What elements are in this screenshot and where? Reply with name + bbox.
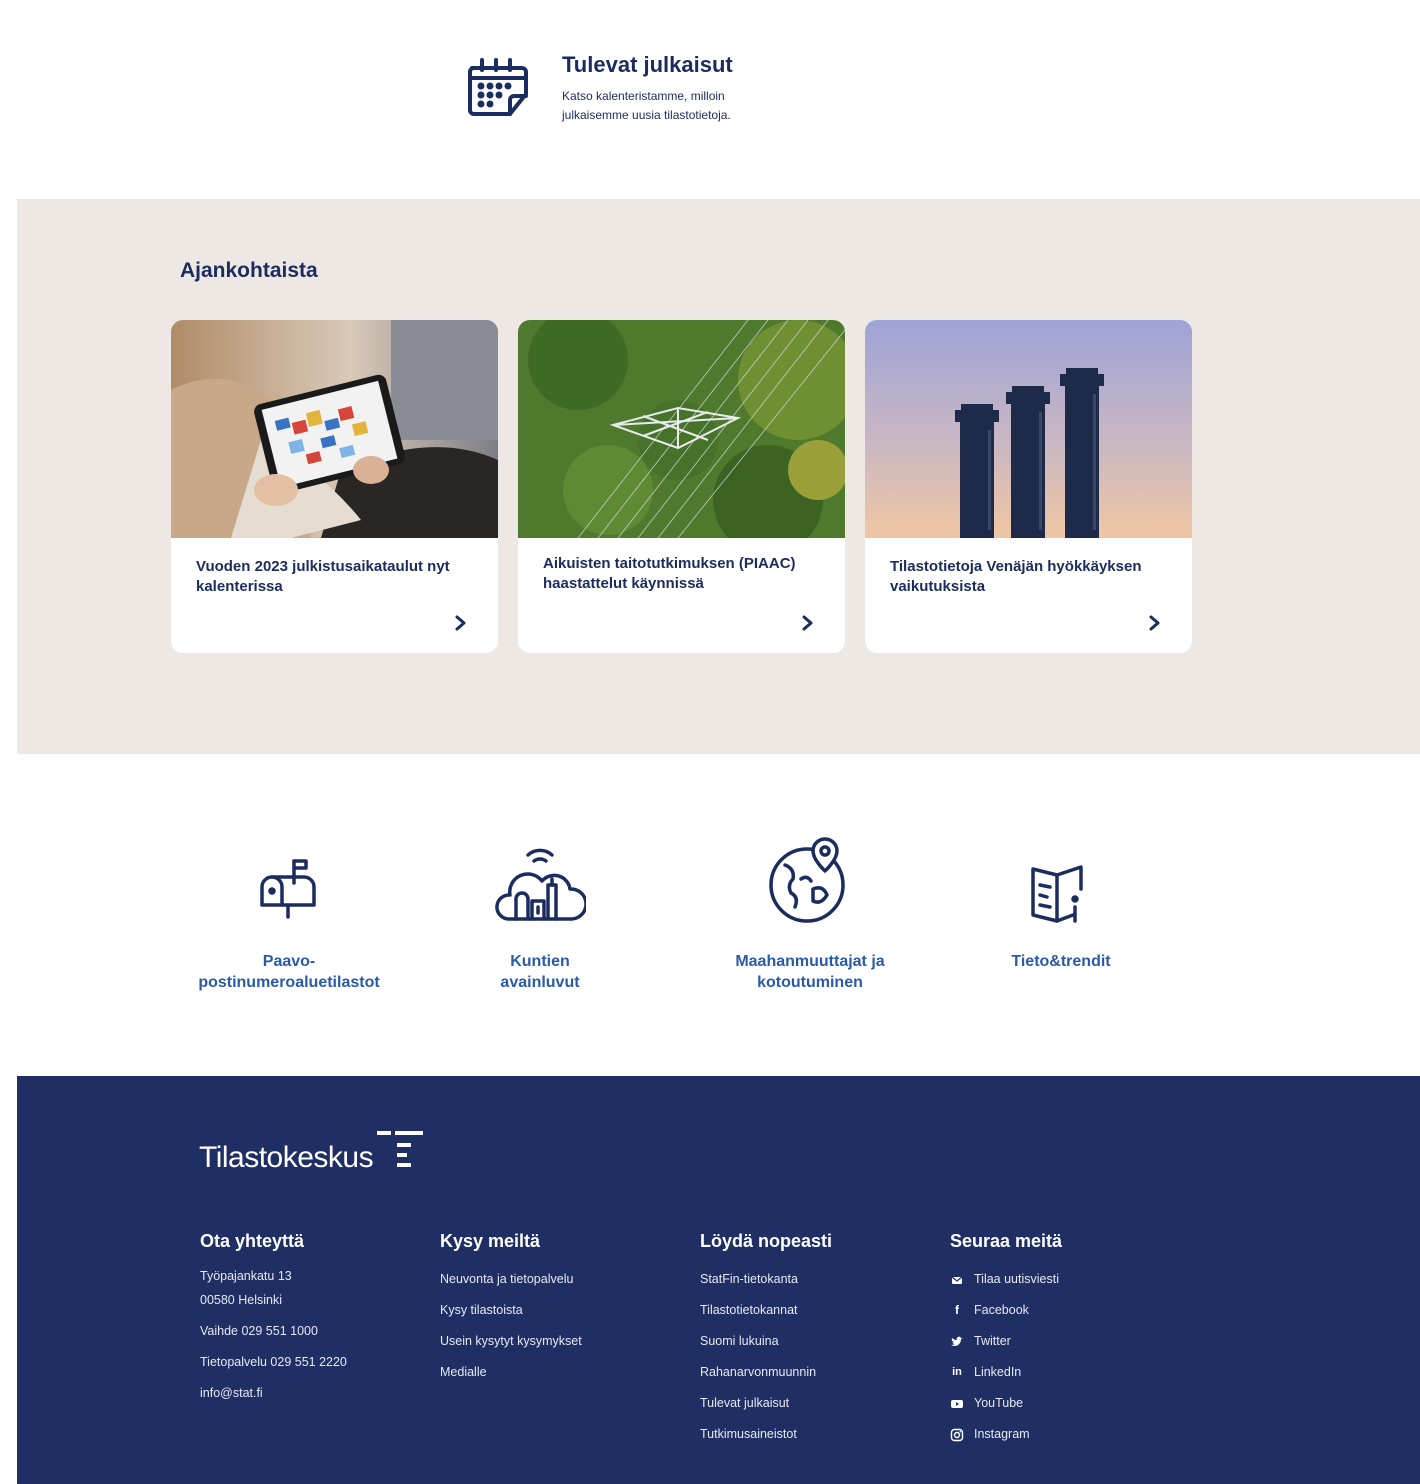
chevron-right-icon[interactable] (454, 615, 468, 631)
social-link-twitter[interactable]: Twitter (950, 1326, 1062, 1357)
social-link-label: Facebook (974, 1303, 1029, 1317)
globe-pin-icon (769, 837, 845, 923)
news-card[interactable]: Aikuisten taitotutkimuksen (PIAAC) haast… (518, 320, 845, 653)
tilastokeskus-logo[interactable]: Tilastokeskus (199, 1131, 425, 1175)
news-card-title[interactable]: Tilastotietoja Venäjän hyökkäyksen vaiku… (890, 557, 1160, 597)
social-link-label: Tilaa uutisviesti (974, 1272, 1059, 1286)
phone-info-service[interactable]: Tietopalvelu 029 551 2220 (200, 1347, 347, 1378)
logo-mark-icon (377, 1131, 424, 1167)
site-footer: Tilastokeskus Ota yhteyttä Työpajankatu … (17, 1076, 1420, 1484)
footer-contact-heading: Ota yhteyttä (200, 1231, 305, 1251)
footer-link[interactable]: StatFin-tietokanta (700, 1264, 832, 1295)
footer-link[interactable]: Tulevat julkaisut (700, 1388, 832, 1419)
promo-description: Katso kalenteristamme, milloin julkaisem… (562, 89, 731, 122)
footer-link[interactable]: Kysy tilastoista (440, 1295, 582, 1326)
news-card[interactable]: Tilastotietoja Venäjän hyökkäyksen vaiku… (865, 320, 1192, 653)
footer-link[interactable]: Tilastotietokannat (700, 1295, 832, 1326)
news-card-title[interactable]: Aikuisten taitotutkimuksen (PIAAC) haast… (543, 554, 813, 594)
footer-link[interactable]: Medialle (440, 1357, 582, 1388)
footer-link[interactable]: Rahanarvonmuunnin (700, 1357, 832, 1388)
email-link[interactable]: info@stat.fi (200, 1378, 347, 1409)
news-card-title[interactable]: Vuoden 2023 julkistusaikataulut nyt kale… (196, 557, 466, 597)
linkedin-icon: in (952, 1366, 962, 1378)
chimneys-photo (865, 320, 1192, 538)
news-heading: Ajankohtaista (180, 259, 318, 282)
footer-link[interactable]: Tutkimusaineistot (700, 1419, 832, 1450)
promo-title[interactable]: Tulevat julkaisut (562, 52, 772, 78)
city-cloud-icon (495, 848, 586, 921)
book-info-icon (1031, 865, 1083, 923)
footer-ask: Kysy meiltä Neuvonta ja tietopalvelu Kys… (440, 1231, 582, 1388)
tablet-calendar-photo (171, 320, 498, 538)
footer-link[interactable]: Neuvonta ja tietopalvelu (440, 1264, 582, 1295)
mail-icon (951, 1276, 963, 1284)
instagram-icon (950, 1428, 964, 1441)
news-card[interactable]: Vuoden 2023 julkistusaikataulut nyt kale… (171, 320, 498, 653)
shortcut-label[interactable]: Paavo-postinumeroaluetilastot (189, 951, 389, 993)
twitter-icon (951, 1336, 963, 1346)
shortcut-label[interactable]: Tieto&trendit (941, 951, 1181, 972)
upcoming-releases-promo[interactable]: Tulevat julkaisut Katso kalenteristamme,… (464, 52, 772, 125)
shortcut-kuntien-avainluvut[interactable]: Kuntien avainluvut (420, 830, 660, 993)
footer-link[interactable]: Usein kysytyt kysymykset (440, 1326, 582, 1357)
social-link-facebook[interactable]: f Facebook (950, 1295, 1062, 1326)
address-postal: 00580 Helsinki (200, 1293, 282, 1307)
phone-switchboard[interactable]: Vaihde 029 551 1000 (200, 1316, 347, 1347)
calendar-icon (464, 54, 532, 122)
footer-find: Löydä nopeasti StatFin-tietokanta Tilast… (700, 1231, 832, 1450)
mailbox-icon (260, 859, 316, 919)
social-link-label: YouTube (974, 1396, 1024, 1410)
news-section: Ajankohtaista Vuoden 2023 julkistusaikat… (17, 199, 1420, 754)
power-pylon-aerial-photo (518, 320, 845, 538)
shortcut-label[interactable]: Kuntien avainluvut (490, 951, 590, 993)
footer-find-heading: Löydä nopeasti (700, 1231, 833, 1251)
social-link-instagram[interactable]: Instagram (950, 1419, 1062, 1450)
social-link-label: Twitter (974, 1334, 1011, 1348)
facebook-icon: f (955, 1303, 959, 1317)
shortcut-tieto-trendit[interactable]: Tieto&trendit (941, 830, 1181, 972)
footer-ask-heading: Kysy meiltä (440, 1231, 541, 1251)
social-link-label: LinkedIn (974, 1365, 1022, 1379)
social-link-youtube[interactable]: YouTube (950, 1388, 1062, 1419)
footer-follow-heading: Seuraa meitä (950, 1231, 1063, 1251)
shortcut-paavo[interactable]: Paavo-postinumeroaluetilastot (169, 830, 409, 993)
logo-text: Tilastokeskus (199, 1141, 374, 1174)
social-link-label: Instagram (974, 1427, 1030, 1441)
address-street: Työpajankatu 13 (200, 1269, 292, 1283)
social-link-newsletter[interactable]: Tilaa uutisviesti (950, 1264, 1062, 1295)
footer-link[interactable]: Suomi lukuina (700, 1326, 832, 1357)
chevron-right-icon[interactable] (801, 615, 815, 631)
footer-follow: Seuraa meitä Tilaa uutisviesti f Faceboo… (950, 1231, 1062, 1450)
shortcut-label[interactable]: Maahanmuuttajat ja kotoutuminen (725, 951, 895, 993)
social-link-linkedin[interactable]: in LinkedIn (950, 1357, 1062, 1388)
youtube-icon (951, 1399, 963, 1408)
footer-contact: Ota yhteyttä Työpajankatu 13 00580 Helsi… (200, 1231, 347, 1409)
chevron-right-icon[interactable] (1148, 615, 1162, 631)
shortcut-maahanmuuttajat[interactable]: Maahanmuuttajat ja kotoutuminen (690, 830, 930, 993)
